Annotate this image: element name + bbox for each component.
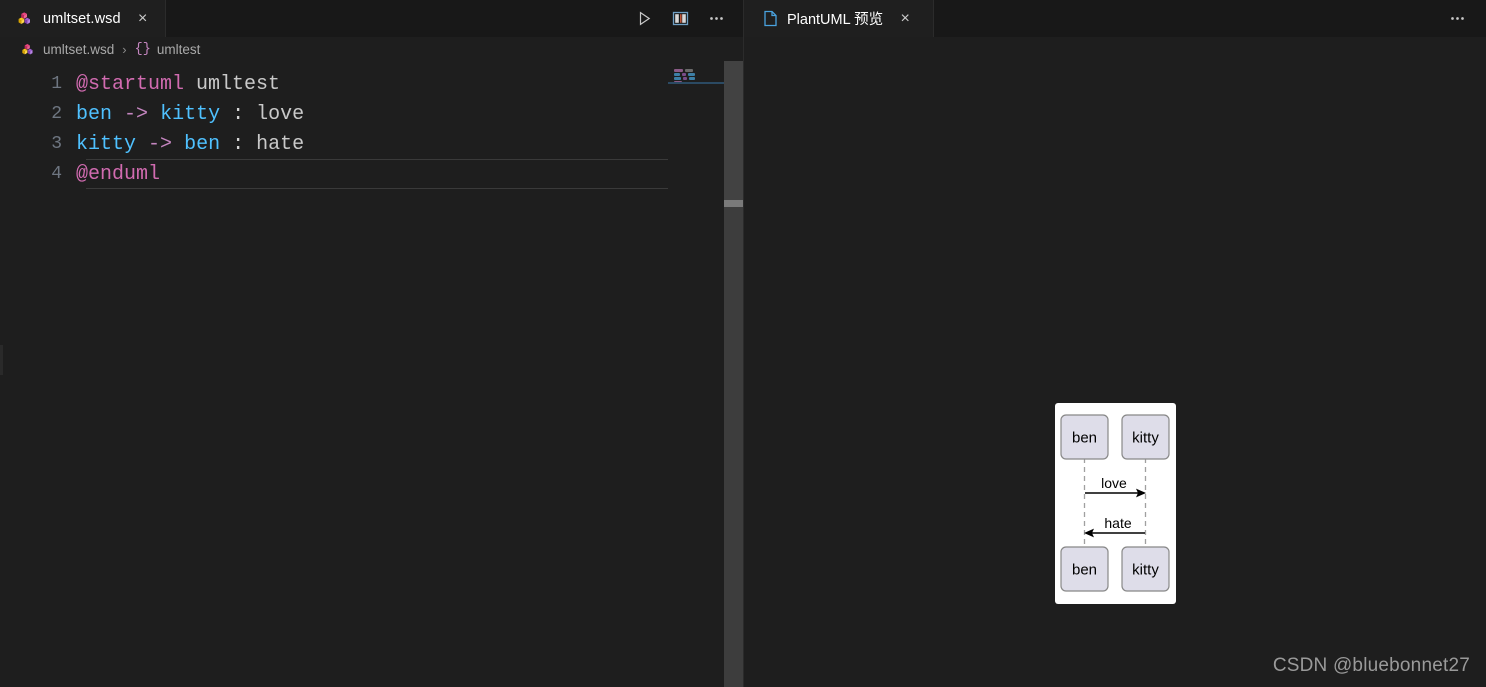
tab-bar-spacer [166,0,633,37]
code-token [136,133,148,156]
code-token: -> [124,103,148,126]
ellipsis-icon[interactable] [705,8,727,30]
participant-label-ben-top: ben [1072,430,1097,447]
participant-label-kitty-bottom: kitty [1132,562,1159,579]
sequence-diagram[interactable]: ben kitty love hate ben kitty [1055,403,1176,604]
breadcrumb-symbol-icon: {} [135,42,151,57]
code-token [244,103,256,126]
preview-tab-bar: PlantUML 预览 × [744,0,1486,37]
preview-body[interactable]: ben kitty love hate ben kitty [744,37,1486,687]
plantuml-preview-pane: PlantUML 预览 × [744,0,1486,687]
code-token: ben [76,103,112,126]
preview-actions [1446,0,1486,37]
line-number: 1 [0,74,76,94]
line-number: 2 [0,104,76,124]
code-line[interactable]: 3kitty -> ben : hate [0,129,743,159]
play-triangle-icon[interactable] [633,8,655,30]
code-token [220,133,232,156]
line-number: 4 [0,164,76,184]
code-token: @startuml [76,73,184,96]
editor-tab-label: umltset.wsd [43,11,121,27]
plantuml-file-icon [16,9,35,28]
editor-actions [633,0,743,37]
breadcrumb: umltset.wsd › {} umltest [0,37,743,61]
scrollbar-thumb-lower[interactable] [724,207,743,687]
code-line-text: kitty -> ben : hate [76,133,304,156]
breadcrumb-file-label[interactable]: umltset.wsd [43,42,114,57]
scrollbar-divider [724,200,743,207]
preview-tab[interactable]: PlantUML 预览 × [744,0,934,37]
editor-vertical-scrollbar[interactable] [724,61,743,687]
code-line-text: ben -> kitty : love [76,103,304,126]
vscode-window: umltset.wsd × [0,0,1486,687]
code-token: umltest [196,73,280,96]
preview-tab-label: PlantUML 预览 [787,8,883,29]
code-line-text: @enduml [76,163,160,186]
code-token: -> [148,133,172,156]
code-token [148,103,160,126]
preview-tab-close-icon[interactable]: × [895,9,915,29]
code-token: love [256,103,304,126]
breadcrumb-file-icon [20,41,37,58]
code-token: kitty [76,133,136,156]
preview-tab-bar-spacer [934,0,1446,37]
preview-ellipsis-icon[interactable] [1446,8,1468,30]
watermark: CSDN @bluebonnet27 [1273,655,1470,677]
participant-label-kitty-top: kitty [1132,430,1159,447]
editor-group: umltset.wsd × [0,0,744,687]
message-label-love: love [1101,475,1127,491]
minimap[interactable] [668,61,724,687]
code-token [220,103,232,126]
code-editor[interactable]: 1@startuml umltest2ben -> kitty : love3k… [0,61,743,687]
code-token: : [232,133,244,156]
code-token: kitty [160,103,220,126]
code-token: @enduml [76,163,160,186]
code-token [112,103,124,126]
code-token: hate [256,133,304,156]
code-line[interactable]: 4@enduml [0,159,743,189]
code-token [244,133,256,156]
code-line[interactable]: 2ben -> kitty : love [0,99,743,129]
code-line-text: @startuml umltest [76,73,280,96]
participant-label-ben-bottom: ben [1072,562,1097,579]
code-lines[interactable]: 1@startuml umltest2ben -> kitty : love3k… [0,69,743,189]
plantuml-split-preview-icon[interactable] [669,8,691,30]
editor-tab-bar: umltset.wsd × [0,0,743,37]
breadcrumb-symbol-label[interactable]: umltest [157,42,201,57]
editor-tab-umltset[interactable]: umltset.wsd × [0,0,166,37]
breadcrumb-separator-icon: › [122,42,126,57]
editor-tab-close-icon[interactable]: × [133,9,153,29]
scrollbar-thumb-upper[interactable] [724,61,743,200]
code-token [172,133,184,156]
code-token: ben [184,133,220,156]
editor-left-rail [0,345,3,375]
sequence-diagram-svg: ben kitty love hate ben kitty [1055,403,1176,604]
code-token: : [232,103,244,126]
code-line[interactable]: 1@startuml umltest [0,69,743,99]
document-icon [762,9,779,28]
code-token [184,73,196,96]
message-label-hate: hate [1104,515,1131,531]
line-number: 3 [0,134,76,154]
